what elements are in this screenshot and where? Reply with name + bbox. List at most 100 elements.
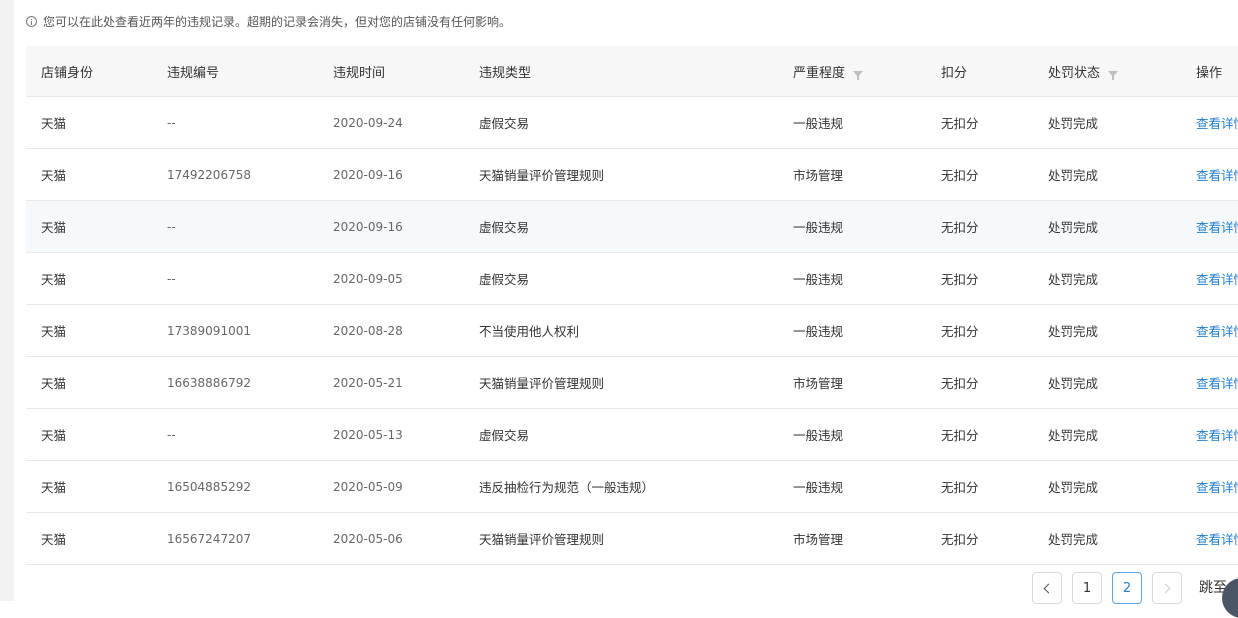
cell-status: 处罚完成 [1033, 512, 1181, 565]
view-details-link[interactable]: 查看详情 [1196, 532, 1238, 547]
cell-points: 无扣分 [926, 304, 1033, 357]
cell-points: 无扣分 [926, 408, 1033, 461]
table-row: 天猫 17492206758 2020-09-16 天猫销量评价管理规则 市场管理 无扣分… [26, 148, 1238, 201]
table-row: 天猫--2020-09-24虚假交易一般违规无扣分处罚完成查看详情 [26, 96, 1238, 149]
cell-points: 无扣分 [926, 252, 1033, 305]
col-header-identity: 店铺身份 [26, 46, 152, 97]
cell-type: 虚假交易 [464, 200, 778, 253]
view-details-link[interactable]: 查看详情 [1196, 428, 1238, 443]
prev-page-button[interactable] [1032, 572, 1062, 604]
cell-code: -- [152, 408, 318, 461]
cell-date: 2020-09-16 [318, 148, 464, 201]
cell-action: 查看详情 [1181, 148, 1238, 201]
table-row: 天猫 16504885292 2020-05-09 违反抽检行为规范（一般违规） 一般违… [26, 460, 1238, 513]
cell-code: 16504885292 [152, 460, 318, 513]
violation-table-container: 店铺身份 违规编号 违规时间 违规类型 严重程度 扣分 处罚状态 操作 天猫 --… [26, 46, 1238, 565]
cell-status: 处罚完成 [1033, 304, 1181, 357]
cell-code: -- [152, 96, 318, 149]
cell-type: 天猫销量评价管理规则 [464, 148, 778, 201]
cell-severity: 一般违规 [778, 460, 926, 513]
cell-action: 查看详情 [1181, 408, 1238, 461]
view-details-link[interactable]: 查看详情 [1196, 376, 1238, 391]
table-row: 天猫--2020-09-16虚假交易一般违规无扣分处罚完成查看详情 [26, 200, 1238, 253]
cell-severity: 一般违规 [778, 96, 926, 149]
cell-type: 天猫销量评价管理规则 [464, 356, 778, 409]
cell-code: -- [152, 200, 318, 253]
cell-action: 查看详情 [1181, 304, 1238, 357]
col-header-status: 处罚状态 [1033, 46, 1181, 97]
view-details-link[interactable]: 查看详情 [1196, 116, 1238, 131]
cell-action: 查看详情 [1181, 252, 1238, 305]
table-row: 天猫 16638886792 2020-05-21 天猫销量评价管理规则 市场管理 无扣分… [26, 356, 1238, 409]
cell-date: 2020-05-21 [318, 356, 464, 409]
next-page-button[interactable] [1152, 572, 1182, 604]
cell-points: 无扣分 [926, 356, 1033, 409]
cell-points: 无扣分 [926, 96, 1033, 149]
cell-date: 2020-09-05 [318, 252, 464, 305]
cell-points: 无扣分 [926, 512, 1033, 565]
cell-status: 处罚完成 [1033, 356, 1181, 409]
cell-type: 不当使用他人权利 [464, 304, 778, 357]
cell-points: 无扣分 [926, 460, 1033, 513]
filter-icon[interactable] [1108, 70, 1119, 80]
cell-type: 虚假交易 [464, 408, 778, 461]
cell-status: 处罚完成 [1033, 200, 1181, 253]
view-details-link[interactable]: 查看详情 [1196, 324, 1238, 339]
view-details-link[interactable]: 查看详情 [1196, 220, 1238, 235]
cell-identity: 天猫 [26, 512, 152, 565]
cell-identity: 天猫 [26, 148, 152, 201]
col-header-code: 违规编号 [152, 46, 318, 97]
cell-type: 违反抽检行为规范（一般违规） [464, 460, 778, 513]
cell-action: 查看详情 [1181, 512, 1238, 565]
cell-points: 无扣分 [926, 148, 1033, 201]
col-header-severity: 严重程度 [778, 46, 926, 97]
cell-date: 2020-09-16 [318, 200, 464, 253]
cell-code: 16638886792 [152, 356, 318, 409]
cell-action: 查看详情 [1181, 356, 1238, 409]
cell-identity: 天猫 [26, 408, 152, 461]
col-header-type: 违规类型 [464, 46, 778, 97]
cell-code: 16567247207 [152, 512, 318, 565]
cell-status: 处罚完成 [1033, 148, 1181, 201]
view-details-link[interactable]: 查看详情 [1196, 480, 1238, 495]
col-header-action: 操作 [1181, 46, 1238, 97]
cell-status: 处罚完成 [1033, 252, 1181, 305]
cell-points: 无扣分 [926, 200, 1033, 253]
cell-status: 处罚完成 [1033, 408, 1181, 461]
cell-severity: 一般违规 [778, 408, 926, 461]
cell-code: 17389091001 [152, 304, 318, 357]
view-details-link[interactable]: 查看详情 [1196, 168, 1238, 183]
cell-status: 处罚完成 [1033, 96, 1181, 149]
cell-identity: 天猫 [26, 460, 152, 513]
cell-status: 处罚完成 [1033, 460, 1181, 513]
cell-type: 虚假交易 [464, 96, 778, 149]
cell-identity: 天猫 [26, 304, 152, 357]
cell-date: 2020-08-28 [318, 304, 464, 357]
table-row: 天猫--2020-05-13虚假交易一般违规无扣分处罚完成查看详情 [26, 408, 1238, 461]
cell-type: 虚假交易 [464, 252, 778, 305]
notice-banner: 您可以在此处查看近两年的违规记录。超期的记录会消失，但对您的店铺没有任何影响。 [26, 11, 511, 31]
cell-date: 2020-09-24 [318, 96, 464, 149]
col-header-severity-label: 严重程度 [793, 65, 846, 81]
cell-identity: 天猫 [26, 96, 152, 149]
page-button-1[interactable]: 1 [1072, 572, 1102, 604]
view-details-link[interactable]: 查看详情 [1196, 272, 1238, 287]
cell-action: 查看详情 [1181, 460, 1238, 513]
page-button-2[interactable]: 2 [1112, 572, 1142, 604]
table-row: 天猫 17389091001 2020-08-28 不当使用他人权利 一般违规 无扣分 处罚… [26, 304, 1238, 357]
table-row: 天猫 16567247207 2020-05-06 天猫销量评价管理规则 市场管理 无扣分… [26, 512, 1238, 565]
cell-action: 查看详情 [1181, 96, 1238, 149]
cell-severity: 一般违规 [778, 200, 926, 253]
cell-action: 查看详情 [1181, 200, 1238, 253]
cell-severity: 一般违规 [778, 252, 926, 305]
cell-code: 17492206758 [152, 148, 318, 201]
cell-severity: 一般违规 [778, 304, 926, 357]
filter-icon[interactable] [853, 70, 864, 80]
notice-text: 您可以在此处查看近两年的违规记录。超期的记录会消失，但对您的店铺没有任何影响。 [43, 14, 512, 29]
cell-date: 2020-05-13 [318, 408, 464, 461]
cell-date: 2020-05-09 [318, 460, 464, 513]
left-gutter [0, 0, 14, 601]
violation-table: 店铺身份 违规编号 违规时间 违规类型 严重程度 扣分 处罚状态 操作 天猫 --… [26, 46, 1238, 565]
chevron-left-icon [1043, 583, 1054, 593]
cell-identity: 天猫 [26, 356, 152, 409]
